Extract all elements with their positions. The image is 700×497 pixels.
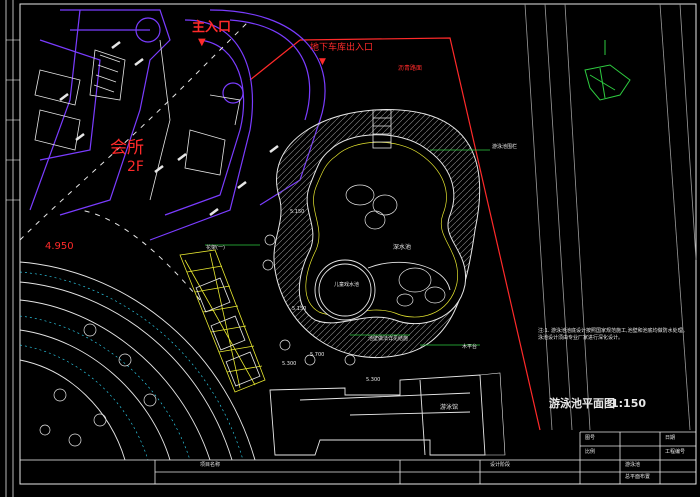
title-cell-7: 日期 (665, 435, 676, 441)
garage-arrow-icon: ▼ (319, 57, 326, 67)
title-cell-8: 工程编号 (665, 449, 686, 455)
garage-entrance-label: 地下车库出入口 (310, 43, 374, 53)
pool-plan-title: 游泳池平面图 (549, 397, 615, 410)
clubhouse-floor-label: 2F (127, 159, 144, 175)
plaza-trees (39, 323, 157, 447)
pool-plan-scale: 1:150 (611, 397, 647, 410)
clubhouse-label: 会所 (110, 138, 144, 158)
title-cell-1: 项目名称 (200, 462, 221, 468)
pergola-frame (195, 277, 261, 387)
pool-building (269, 374, 486, 456)
general-note-label: 注:1. 游泳池池底设计按照国家规范施工,池壁和池底均做防水处理。泳池设计须由专… (538, 328, 688, 341)
entrance-arrow-icon: ▼ (198, 37, 206, 48)
elevation-c-label: 5.300 (282, 361, 297, 367)
elevation-4950-label: 4.950 (45, 241, 74, 252)
deep-pool-label: 深水池 (393, 244, 412, 251)
kids-pool-label: 儿童戏水池 (334, 282, 360, 288)
left-title-strip (5, 0, 20, 497)
building-stair (479, 372, 506, 456)
curved-plaza (19, 261, 256, 461)
right-hatch-stripes (524, 3, 697, 431)
title-cell-4: 总平面布置 (625, 474, 651, 480)
road-note-label: 沥青路面 (398, 65, 423, 72)
deck-note-label: 木平台 (462, 344, 478, 350)
title-cell-3: 游泳池 (625, 462, 641, 468)
main-entrance-label: 主入口 (192, 20, 232, 35)
pergola-note-label: 花架(一) (206, 245, 225, 251)
elevation-e-label: 5.700 (310, 352, 325, 358)
cad-drawing (5, 0, 697, 497)
elevation-b-label: 5.150 (292, 306, 307, 312)
plaza-paving (19, 271, 244, 461)
building-label: 游泳馆 (440, 404, 459, 411)
title-cell-2: 设计阶段 (490, 462, 511, 468)
elevation-a-label: 5.150 (290, 209, 305, 215)
elevation-d-label: 5.300 (366, 377, 381, 383)
north-symbol (584, 40, 631, 101)
title-cell-5: 图号 (585, 435, 596, 441)
fence-note-label: 游泳池围栏 (492, 144, 518, 150)
title-cell-6: 比例 (585, 449, 596, 455)
pool-edge-note-label: 池壁做法详见结施 (368, 336, 409, 342)
